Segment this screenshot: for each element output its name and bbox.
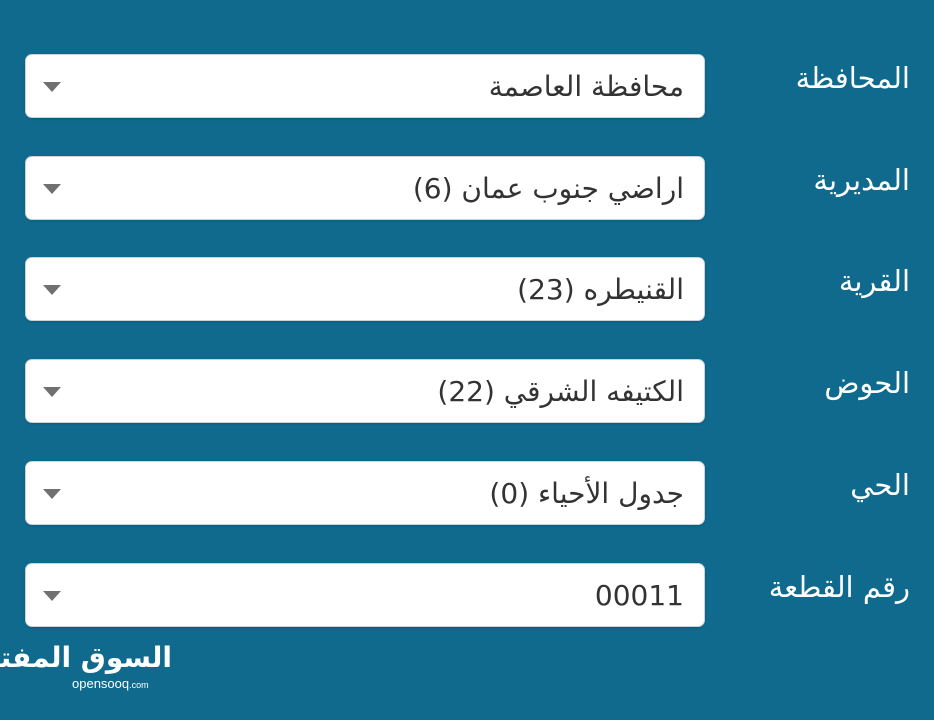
logo-english-text: opensooq.com: [72, 676, 149, 693]
village-label: القرية: [838, 264, 910, 298]
neighborhood-label: الحي: [850, 468, 910, 502]
chevron-down-icon: [43, 489, 61, 499]
logo-english-suffix: .com: [129, 680, 149, 690]
field-row-governorate: المحافظة محافظة العاصمة: [0, 54, 934, 120]
logo-arabic-text: السوق المفتوح: [0, 641, 173, 674]
governorate-label: المحافظة: [795, 61, 910, 95]
chevron-down-icon: [43, 82, 61, 92]
chevron-down-icon: [43, 591, 61, 601]
chevron-down-icon: [43, 387, 61, 397]
directorate-select-value: اراضي جنوب عمان (6): [412, 172, 684, 205]
basin-select-value: الكتيفه الشرقي (22): [437, 375, 684, 408]
field-row-directorate: المديرية اراضي جنوب عمان (6): [0, 156, 934, 222]
neighborhood-select-value: جدول الأحياء (0): [489, 477, 684, 510]
plot-number-select[interactable]: 00011: [25, 563, 705, 627]
basin-label: الحوض: [824, 366, 910, 400]
plot-number-select-value: 00011: [594, 579, 684, 612]
land-search-form: المحافظة محافظة العاصمة المديرية اراضي ج…: [0, 0, 934, 720]
opensooq-logo: السوق المفتوح opensooq.com: [0, 640, 182, 700]
neighborhood-select[interactable]: جدول الأحياء (0): [25, 461, 705, 525]
field-row-plot-number: رقم القطعة 00011: [0, 563, 934, 629]
field-row-basin: الحوض الكتيفه الشرقي (22): [0, 359, 934, 425]
governorate-select-value: محافظة العاصمة: [488, 70, 684, 103]
field-row-village: القرية القنيطره (23): [0, 257, 934, 323]
directorate-label: المديرية: [813, 163, 910, 197]
directorate-select[interactable]: اراضي جنوب عمان (6): [25, 156, 705, 220]
plot-number-label: رقم القطعة: [768, 570, 910, 604]
basin-select[interactable]: الكتيفه الشرقي (22): [25, 359, 705, 423]
field-row-neighborhood: الحي جدول الأحياء (0): [0, 461, 934, 527]
chevron-down-icon: [43, 285, 61, 295]
village-select[interactable]: القنيطره (23): [25, 257, 705, 321]
logo-english-name: opensooq: [72, 676, 130, 691]
village-select-value: القنيطره (23): [517, 273, 684, 306]
chevron-down-icon: [43, 184, 61, 194]
governorate-select[interactable]: محافظة العاصمة: [25, 54, 705, 118]
